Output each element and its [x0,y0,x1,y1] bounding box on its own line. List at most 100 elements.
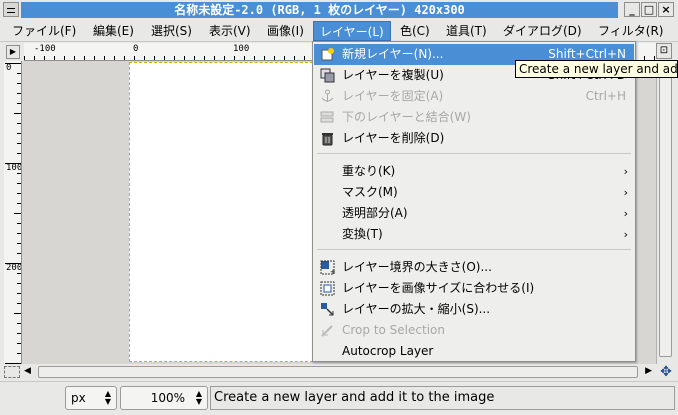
navigate-icon[interactable]: ⊡ [656,43,672,59]
ruler-tick [74,56,75,60]
vertical-scroll-thumb[interactable] [659,63,672,357]
menu-item-transparency[interactable]: 透明部分(A) › [314,203,634,224]
menu-item-merge-down[interactable]: 下のレイヤーと結合(W) [314,107,634,128]
ruler-tick [284,56,285,60]
menu-item-stack[interactable]: 重なり(K) › [314,161,634,182]
scale-layer-icon [321,303,334,316]
menu-item-delete-layer[interactable]: レイヤーを削除(D) [314,128,634,149]
ruler-tick [17,323,21,324]
menu-separator [317,153,631,154]
menu-item-label: 変換(T) [342,227,383,241]
menu-image[interactable]: 画像(I) [261,21,310,41]
scroll-right-icon[interactable]: ▶ [645,366,652,376]
maximize-button[interactable]: □ [641,2,657,17]
ruler-tick [17,83,21,84]
vertical-scrollbar[interactable] [656,61,674,364]
chevron-updown-icon: ▲ ▼ [195,389,203,406]
move-icon[interactable]: ✥ [658,364,674,380]
menu-item-label: レイヤーを削除(D) [342,131,445,145]
unit-select[interactable]: px ▲ ▼ [65,386,117,410]
chevron-right-icon: › [623,207,628,220]
menu-item-autocrop-layer[interactable]: Autocrop Layer [314,341,634,362]
menu-item-crop-to-selection[interactable]: Crop to Selection [314,320,634,341]
menu-file[interactable]: ファイル(F) [6,21,82,41]
zoom-select[interactable]: 100% ▲ ▼ [120,386,208,410]
menu-colors[interactable]: 色(C) [394,21,436,41]
ruler-tick [17,183,21,184]
menu-view[interactable]: 表示(V) [203,21,257,41]
menu-item-layer-boundary-size[interactable]: + レイヤー境界の大きさ(O)... [314,257,634,278]
crop-icon [321,325,333,337]
ruler-tick [17,173,21,174]
ruler-tick [124,56,125,60]
menu-item-label: レイヤーの拡大・縮小(S)... [342,302,491,316]
minimize-button[interactable]: _ [624,2,640,17]
menu-edit[interactable]: 編集(E) [87,21,140,41]
tooltip: Create a new layer and ad [515,60,678,78]
ruler-tick [17,193,21,194]
menu-item-label: 透明部分(A) [342,206,408,220]
ruler-label: 100 [233,44,250,54]
menu-item-anchor-layer[interactable]: レイヤーを固定(A) Ctrl+H [314,86,634,107]
ruler-tick [17,133,21,134]
menu-dialogs[interactable]: ダイアログ(D) [497,21,588,41]
ruler-tick [64,56,65,60]
ruler-tick [17,223,21,224]
ruler-tick [244,56,245,60]
menu-select[interactable]: 選択(S) [145,21,198,41]
horizontal-scroll-thumb[interactable] [38,366,638,378]
ruler-tick [17,283,21,284]
ruler-tick [14,213,21,214]
menu-item-label: 下のレイヤーと結合(W) [342,110,471,124]
ruler-tick [17,153,21,154]
ruler-tick [14,113,21,114]
ruler-tick [114,56,115,60]
ruler-tick [17,243,21,244]
menu-item-mask[interactable]: マスク(M) › [314,182,634,203]
horizontal-scrollbar[interactable]: ◀ ▶ [22,365,656,379]
menu-item-label: レイヤーを画像サイズに合わせる(I) [342,281,535,295]
menu-filters[interactable]: フィルタ(R) [592,21,669,41]
menu-item-label: 重なり(K) [342,164,396,178]
ruler-tick [17,253,21,254]
ruler-tick [274,56,275,60]
svg-text:+: + [330,268,335,275]
ruler-tick [214,56,215,60]
duplicate-layer-icon [320,68,335,83]
trash-icon [322,133,333,146]
menu-item-label: レイヤー境界の大きさ(O)... [342,260,492,274]
menu-item-label: レイヤーを固定(A) [342,89,444,103]
menu-item-transform[interactable]: 変換(T) › [314,224,634,245]
layer-menu-dropdown: 新規レイヤー(N)... Shift+Ctrl+N レイヤーを複製(U) Shi… [312,41,636,362]
quick-mask-menu-icon[interactable]: ▶ [6,45,20,59]
window-title: 名称未設定-2.0 (RGB, 1 枚のレイヤー) 420x300 [21,2,618,18]
status-message: Create a new layer and add it to the ima… [210,386,675,410]
quick-mask-toggle-icon[interactable] [4,366,20,378]
ruler-tick [5,63,21,64]
ruler-label: 100 [6,163,22,173]
close-button[interactable]: × [658,2,674,17]
ruler-tick [234,56,235,60]
ruler-label: 0 [6,63,12,73]
ruler-tick [264,56,265,60]
ruler-tick [254,56,255,60]
menu-item-shortcut: Ctrl+H [585,89,626,103]
ruler-tick [17,353,21,354]
ruler-tick [17,303,21,304]
menu-bar: ファイル(F) 編集(E) 選択(S) 表示(V) 画像(I) レイヤー(L) … [0,20,678,42]
menu-item-scale-layer[interactable]: レイヤーの拡大・縮小(S)... [314,299,634,320]
vertical-ruler[interactable]: 0 100 200 [4,61,22,364]
window-menu-button[interactable] [3,2,19,17]
ruler-tick [17,73,21,74]
chevron-right-icon: › [623,165,628,178]
menu-item-label: レイヤーを複製(U) [342,68,444,82]
zoom-value: 100% [150,391,185,405]
menu-tools[interactable]: 道具(T) [440,21,493,41]
menu-layer[interactable]: レイヤー(L) [313,21,391,41]
ruler-tick [17,293,21,294]
ruler-tick [44,56,45,60]
ruler-tick [294,56,295,60]
scroll-left-icon[interactable]: ◀ [24,366,31,376]
menu-item-layer-to-image-size[interactable]: レイヤーを画像サイズに合わせる(I) [314,278,634,299]
ruler-tick [17,343,21,344]
